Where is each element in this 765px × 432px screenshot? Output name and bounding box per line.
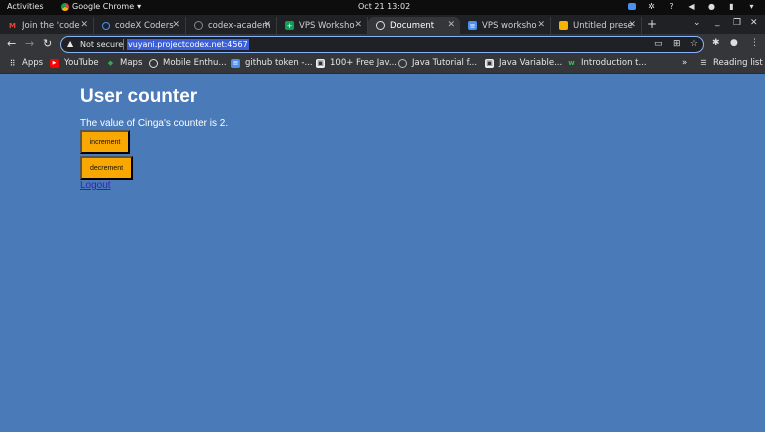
system-top-bar: Activities Google Chrome ▾ Oct 21 13:02 …: [0, 0, 765, 15]
close-icon[interactable]: ✕: [80, 20, 88, 30]
bookmark-label: Introduction t...: [581, 58, 647, 68]
bookmark-label: YouTube: [64, 58, 99, 68]
profile-avatar[interactable]: ●: [730, 38, 738, 48]
close-window-icon[interactable]: ✕: [750, 18, 758, 28]
globe-icon: [149, 58, 158, 68]
globe-icon: [376, 21, 385, 30]
bookmark-label: 100+ Free Jav...: [330, 58, 397, 68]
close-icon[interactable]: ✕: [263, 20, 271, 30]
bookmark-free-java[interactable]: ▣ 100+ Free Jav...: [316, 58, 397, 68]
site-favicon-icon: ▣: [485, 58, 494, 68]
site-favicon-icon: ▣: [316, 58, 325, 68]
activities-button[interactable]: Activities: [7, 2, 44, 11]
page-content: User counter The value of Cinga's counte…: [0, 74, 765, 432]
minimize-icon[interactable]: _: [715, 17, 720, 27]
site-favicon-icon: [398, 58, 407, 68]
loading-icon: [102, 21, 110, 30]
bookmark-introduction[interactable]: w Introduction t...: [567, 58, 647, 68]
app-name: Google Chrome: [72, 2, 135, 11]
qr-code-icon[interactable]: ⊞: [673, 39, 681, 49]
settings-icon[interactable]: ✲: [646, 1, 657, 12]
bookmark-label: Java Variable...: [499, 58, 563, 68]
security-status[interactable]: Not secure: [80, 40, 123, 49]
warning-icon[interactable]: ▲: [67, 39, 73, 48]
tab-vps-workshop-sheet[interactable]: + VPS Worksho ✕: [277, 17, 368, 34]
apps-grid-icon: ⠿: [9, 58, 16, 68]
bookmark-maps[interactable]: ◆ Maps: [106, 58, 143, 68]
help-icon[interactable]: ?: [666, 1, 677, 12]
bookmark-mobile-enthu[interactable]: Mobile Enthu...: [149, 58, 227, 68]
bookmark-label: Java Tutorial f...: [412, 58, 478, 68]
bookmarks-overflow-icon[interactable]: »: [682, 58, 687, 68]
chat-icon[interactable]: [626, 1, 637, 12]
clock[interactable]: Oct 21 13:02: [358, 2, 410, 11]
bookmark-apps[interactable]: ⠿ Apps: [8, 58, 43, 68]
tab-vps-workshop-doc[interactable]: ≡ VPS worksho ✕: [460, 17, 551, 34]
bookmark-label: Reading list: [713, 58, 763, 68]
bookmark-java-variable[interactable]: ▣ Java Variable...: [485, 58, 562, 68]
tab-untitled-presentation[interactable]: Untitled prese ✕: [551, 17, 642, 34]
close-icon[interactable]: ✕: [447, 20, 455, 30]
google-docs-icon: ≡: [468, 21, 477, 30]
app-menu[interactable]: Google Chrome ▾: [61, 2, 141, 11]
bookmark-java-tutorial[interactable]: Java Tutorial f...: [398, 58, 477, 68]
counter-message: The value of Cinga's counter is 2.: [80, 118, 229, 129]
github-icon: [194, 21, 203, 30]
url-text[interactable]: vuyani.projectcodex.net:4567: [127, 39, 249, 50]
tab-strip: M Join the 'code ✕ codeX Coders ✕ codex-…: [0, 15, 765, 34]
forward-icon[interactable]: →: [25, 37, 34, 50]
google-slides-icon: [559, 21, 568, 30]
google-docs-icon: ≡: [231, 58, 240, 68]
w3schools-icon: w: [568, 59, 575, 67]
bookmark-label: Mobile Enthu...: [163, 58, 227, 68]
browser-toolbar: ← → ↻ ▲ Not secure vuyani.projectcodex.n…: [0, 34, 765, 55]
extensions-icon[interactable]: ✱: [712, 38, 720, 48]
bookmark-label: Apps: [22, 58, 44, 68]
youtube-icon: ▶: [50, 58, 59, 68]
maximize-icon[interactable]: ❐: [733, 18, 741, 28]
bookmark-youtube[interactable]: ▶ YouTube: [50, 58, 99, 68]
gmail-icon: M: [9, 21, 16, 30]
decrement-button[interactable]: decrement: [80, 156, 133, 180]
back-icon[interactable]: ←: [7, 37, 16, 50]
tab-codex-coders[interactable]: codeX Coders ✕: [94, 17, 186, 34]
bookmark-github-token[interactable]: ≡ github token -...: [231, 58, 313, 68]
close-icon[interactable]: ✕: [628, 20, 636, 30]
maps-pin-icon: ◆: [107, 59, 114, 67]
power-menu-icon[interactable]: ▾: [746, 1, 757, 12]
logout-link[interactable]: Logout: [80, 180, 111, 191]
system-tray[interactable]: ✲ ? ◀ ● ▮ ▾: [626, 1, 757, 12]
battery-icon[interactable]: ▮: [726, 1, 737, 12]
reload-icon[interactable]: ↻: [43, 37, 52, 50]
increment-button[interactable]: increment: [80, 130, 130, 154]
tab-codex-academy[interactable]: codex-academ ✕: [186, 17, 277, 34]
tab-join-codex[interactable]: M Join the 'code ✕: [0, 17, 94, 34]
chevron-down-icon: ▾: [137, 2, 142, 11]
close-icon[interactable]: ✕: [537, 20, 545, 30]
chrome-icon: [61, 2, 69, 11]
close-icon[interactable]: ✕: [354, 20, 362, 30]
reading-list-button[interactable]: ☰ Reading list: [699, 58, 763, 68]
bookmark-star-icon[interactable]: ☆: [690, 39, 698, 49]
volume-icon[interactable]: ◀: [686, 1, 697, 12]
page-title: User counter: [80, 86, 198, 107]
bookmark-label: Maps: [120, 58, 143, 68]
google-sheets-icon: +: [285, 21, 294, 30]
reading-list-icon: ☰: [700, 59, 707, 67]
bookmark-label: github token -...: [245, 58, 313, 68]
more-menu-icon[interactable]: ⋮: [750, 38, 759, 48]
tab-search-icon[interactable]: ⌄: [693, 18, 701, 28]
microphone-icon[interactable]: ●: [706, 1, 717, 12]
address-bar[interactable]: ▲ Not secure vuyani.projectcodex.net:456…: [60, 36, 704, 53]
new-tab-icon[interactable]: +: [647, 17, 657, 31]
close-icon[interactable]: ✕: [172, 20, 180, 30]
divider: [123, 39, 124, 50]
cast-icon[interactable]: ▭: [654, 39, 663, 49]
tab-document[interactable]: Document ✕: [368, 17, 460, 34]
bookmarks-bar: ⠿ Apps ▶ YouTube ◆ Maps Mobile Enthu... …: [0, 55, 765, 74]
